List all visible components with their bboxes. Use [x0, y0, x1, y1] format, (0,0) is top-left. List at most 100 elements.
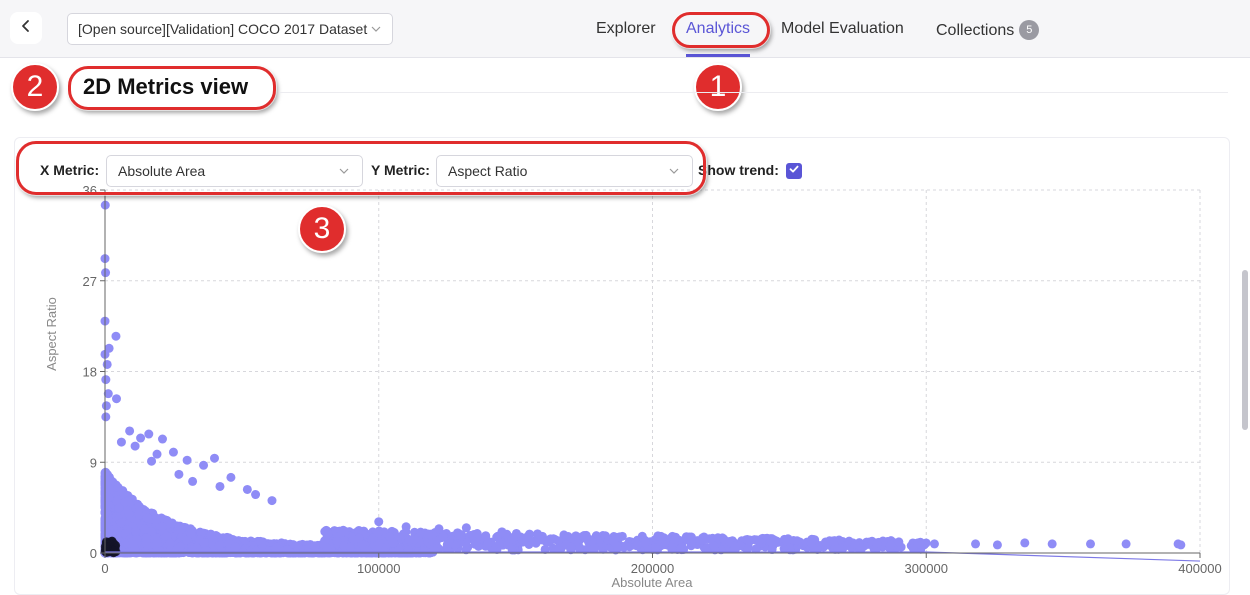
data-point — [174, 469, 184, 479]
data-point — [686, 533, 696, 543]
data-point — [176, 525, 186, 535]
data-point — [267, 496, 277, 506]
data-point — [130, 441, 140, 451]
data-point — [186, 529, 196, 539]
data-point — [709, 541, 719, 551]
data-point — [354, 533, 364, 543]
x-tick-label: 400000 — [1178, 561, 1221, 576]
x-tick-label: 0 — [101, 561, 108, 576]
data-point — [769, 536, 779, 546]
data-point — [929, 539, 939, 549]
data-point — [533, 529, 543, 539]
data-point — [123, 496, 133, 506]
data-point — [165, 538, 175, 548]
data-point — [782, 536, 792, 546]
data-point — [719, 534, 729, 544]
data-point — [140, 524, 150, 534]
data-point — [894, 537, 904, 547]
data-point — [152, 537, 162, 547]
data-point — [553, 536, 563, 546]
data-point — [615, 532, 625, 542]
chart-axes: 091827360 100000 200000 300000 400000 — [83, 183, 1222, 576]
data-point — [310, 541, 320, 551]
data-point — [199, 460, 209, 470]
data-point — [497, 527, 507, 537]
data-point — [653, 531, 663, 541]
data-point — [142, 533, 152, 543]
data-point — [136, 433, 146, 443]
data-point — [1047, 539, 1057, 549]
data-point — [102, 479, 112, 489]
data-point — [182, 455, 192, 465]
data-point — [101, 401, 111, 411]
data-point — [472, 529, 482, 539]
data-point — [175, 542, 185, 552]
data-point — [144, 429, 154, 439]
data-point — [124, 509, 134, 519]
data-point — [806, 538, 816, 548]
data-point — [872, 538, 882, 548]
data-point — [188, 476, 198, 486]
data-point — [1121, 539, 1131, 549]
data-point — [571, 531, 581, 541]
data-point — [101, 375, 111, 385]
y-tick-label: 9 — [90, 455, 97, 470]
x-tick-label: 100000 — [357, 561, 400, 576]
data-point — [202, 546, 212, 556]
data-point — [242, 484, 252, 494]
data-point — [522, 532, 532, 542]
data-point — [125, 426, 135, 436]
data-point — [251, 490, 261, 500]
data-point — [913, 538, 923, 548]
data-point — [131, 526, 141, 536]
data-point — [581, 534, 591, 544]
data-point — [651, 543, 661, 553]
data-point — [101, 268, 111, 278]
data-point — [152, 449, 162, 459]
data-point — [631, 541, 641, 551]
data-point — [111, 331, 121, 341]
data-point — [434, 524, 444, 534]
data-point — [456, 531, 466, 541]
data-point — [322, 543, 332, 553]
data-point — [114, 503, 124, 513]
data-point — [388, 538, 398, 548]
data-point — [102, 359, 112, 369]
data-point — [566, 542, 576, 552]
data-point — [168, 447, 178, 457]
data-point — [101, 412, 111, 422]
data-point-dense — [107, 536, 117, 546]
data-point — [423, 529, 433, 539]
data-point — [445, 538, 455, 548]
x-tick-label: 200000 — [631, 561, 674, 576]
data-point — [677, 542, 687, 552]
data-point — [697, 535, 707, 545]
y-tick-label: 0 — [90, 546, 97, 561]
data-point — [1086, 539, 1095, 549]
data-point — [401, 522, 411, 532]
data-point — [323, 529, 333, 539]
data-point — [231, 542, 241, 552]
data-point — [101, 520, 111, 530]
data-point — [481, 531, 491, 541]
annotation-badge-3: 3 — [298, 205, 346, 253]
y-tick-label: 18 — [83, 365, 97, 380]
data-point — [483, 539, 493, 549]
y-tick-label: 27 — [83, 274, 97, 289]
data-point — [752, 535, 762, 545]
scatter-chart[interactable]: 091827360 100000 200000 300000 400000 Aspect… — [0, 0, 1250, 595]
data-point — [157, 522, 167, 532]
data-point — [461, 523, 471, 533]
data-point — [670, 534, 680, 544]
data-point — [992, 540, 1002, 550]
data-point — [374, 517, 384, 527]
data-point — [821, 537, 831, 547]
page-scrollbar[interactable] — [1242, 270, 1248, 430]
data-point — [272, 542, 282, 552]
data-point — [373, 528, 383, 538]
data-point — [1176, 540, 1186, 550]
data-point — [251, 546, 261, 556]
data-point — [215, 481, 225, 491]
data-point — [132, 534, 142, 544]
x-axis-label: Absolute Area — [612, 575, 694, 590]
